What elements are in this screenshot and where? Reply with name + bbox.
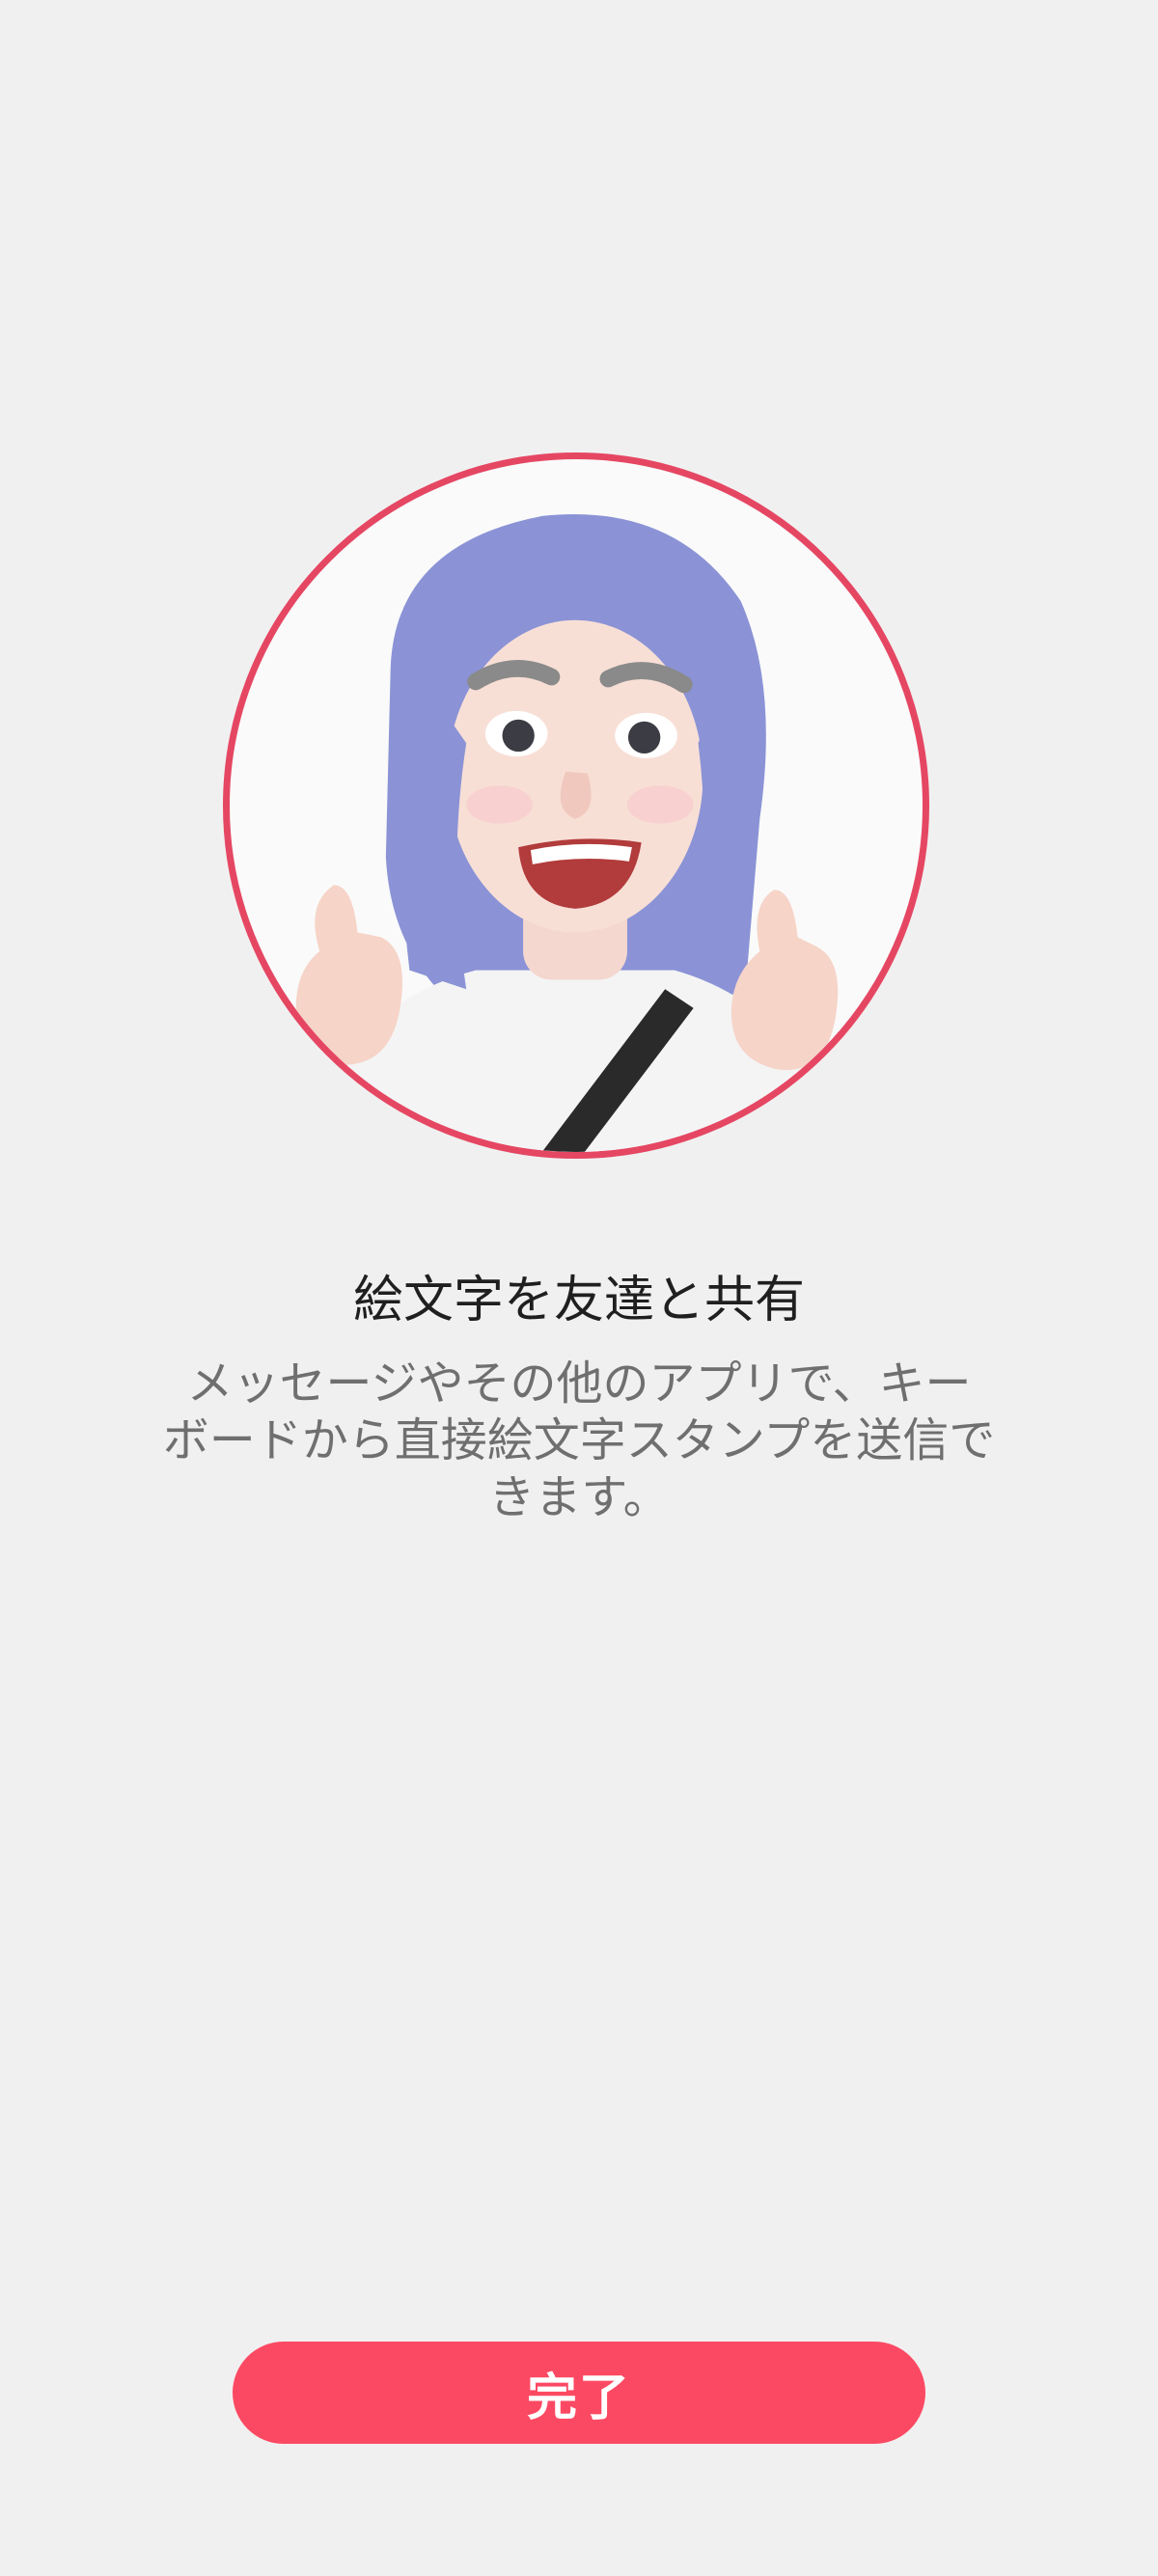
description-line: ボードから直接絵文字スタンプを送信で — [162, 1413, 996, 1467]
avatar-image — [223, 452, 929, 1159]
done-button-label: 完了 — [526, 2369, 631, 2427]
feature-description: メッセージやその他のアプリで、キー ボードから直接絵文字スタンプを送信で きます… — [154, 1356, 1004, 1526]
description-line: メッセージやその他のアプリで、キー — [186, 1357, 972, 1411]
done-button[interactable]: 完了 — [233, 2342, 925, 2444]
avatar-hand-left — [295, 885, 403, 1065]
feature-title: 絵文字を友達と共有 — [352, 1272, 805, 1329]
avatar-emoji-illustration — [295, 514, 839, 1152]
description-line: きます。 — [488, 1470, 670, 1524]
